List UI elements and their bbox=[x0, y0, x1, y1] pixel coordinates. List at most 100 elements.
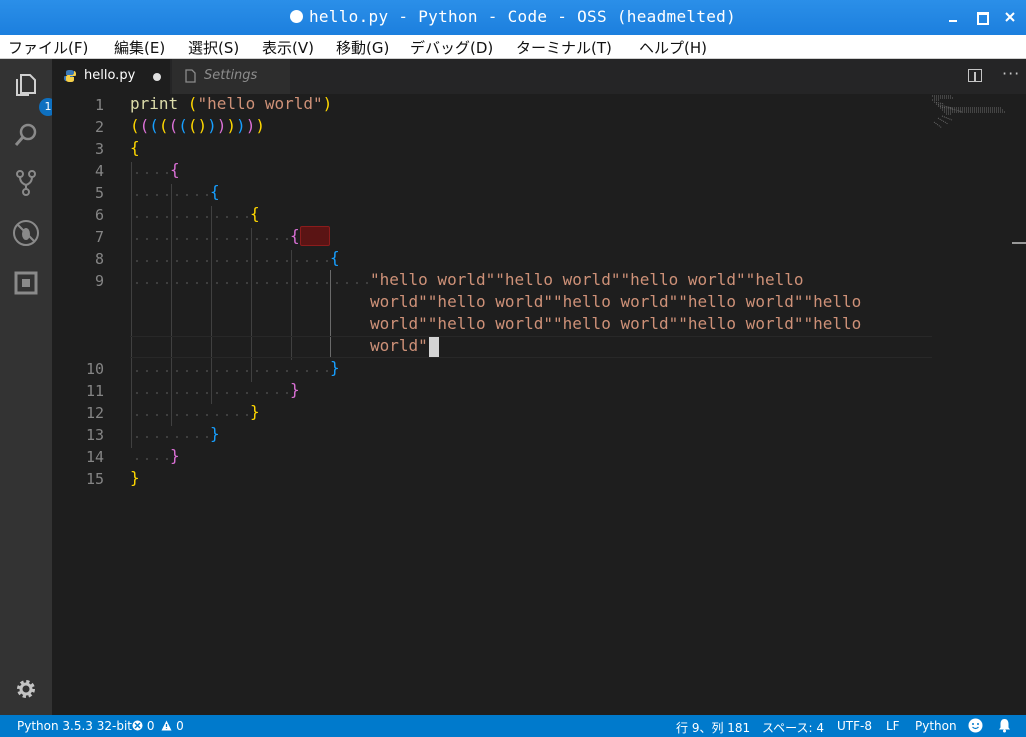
source-control-icon bbox=[16, 170, 36, 196]
line-number: 2 bbox=[94, 118, 104, 136]
whitespace-marker bbox=[132, 238, 292, 240]
whitespace-marker bbox=[132, 436, 212, 438]
whitespace-marker bbox=[132, 370, 332, 372]
whitespace-marker bbox=[132, 260, 332, 262]
paren-token: ) bbox=[245, 116, 256, 135]
paren-token: ( bbox=[178, 116, 188, 135]
menu-help[interactable]: ヘルプ(H) bbox=[639, 37, 707, 58]
minimap[interactable] bbox=[932, 94, 1012, 134]
python-icon bbox=[64, 70, 76, 82]
brace-token: } bbox=[330, 358, 340, 377]
line-number: 7 bbox=[94, 228, 104, 246]
code-editor[interactable]: 1 2 3 4 5 6 7 8 9 10 11 12 13 14 15 prin… bbox=[52, 94, 1026, 715]
whitespace-marker bbox=[132, 172, 172, 174]
tab-label: hello.py bbox=[84, 68, 136, 83]
settings-button[interactable] bbox=[12, 675, 40, 703]
line-number: 6 bbox=[94, 206, 104, 224]
paren-token: ) bbox=[226, 116, 237, 135]
keyword-token: print bbox=[130, 94, 179, 113]
minimize-button[interactable] bbox=[946, 10, 960, 24]
tab-hello-py[interactable]: hello.py bbox=[52, 59, 170, 94]
language-mode[interactable]: Python bbox=[915, 719, 957, 733]
line-number: 1 bbox=[94, 96, 104, 114]
dirty-indicator-icon[interactable] bbox=[153, 73, 161, 81]
brace-token: } bbox=[250, 402, 260, 421]
debug-button[interactable] bbox=[12, 219, 40, 247]
tab-label: Settings bbox=[204, 68, 258, 83]
menu-edit[interactable]: 編集(E) bbox=[114, 37, 165, 58]
explorer-button[interactable]: 1 bbox=[12, 71, 57, 116]
brace-token: { bbox=[210, 182, 220, 201]
menu-go[interactable]: 移動(G) bbox=[336, 37, 389, 58]
python-interpreter[interactable]: Python 3.5.3 32-bit bbox=[17, 719, 132, 733]
paren-token: ( bbox=[178, 94, 198, 113]
files-icon bbox=[16, 74, 36, 96]
menu-view[interactable]: 表示(V) bbox=[262, 37, 314, 58]
more-actions-icon[interactable]: ··· bbox=[1002, 64, 1020, 83]
paren-token: ) bbox=[197, 116, 208, 135]
unsaved-dot-icon bbox=[289, 10, 303, 23]
indentation[interactable]: スペース: 4 bbox=[762, 719, 824, 736]
text-cursor bbox=[429, 337, 439, 357]
search-icon bbox=[14, 123, 37, 146]
cursor-position[interactable]: 行 9、列 181 bbox=[676, 719, 750, 736]
gear-icon bbox=[17, 680, 35, 698]
menu-terminal[interactable]: ターミナル(T) bbox=[516, 37, 612, 58]
error-highlight[interactable] bbox=[300, 226, 330, 246]
close-button[interactable] bbox=[1003, 10, 1017, 24]
maximize-button[interactable] bbox=[975, 10, 989, 25]
line-number: 4 bbox=[94, 162, 104, 180]
source-control-button[interactable] bbox=[12, 169, 40, 197]
brace-token: { bbox=[330, 248, 340, 267]
tab-bar: hello.py Settings ··· bbox=[52, 59, 1026, 94]
brace-token: } bbox=[210, 424, 220, 443]
window-title: hello.py - Python - Code - OSS (headmelt… bbox=[0, 7, 1026, 26]
status-bar: Python 3.5.3 32-bit 0 0 行 9、列 181 スペース: … bbox=[0, 715, 1026, 737]
line-number: 13 bbox=[85, 426, 104, 444]
brace-token: { bbox=[290, 226, 300, 245]
indent-guide bbox=[171, 184, 172, 426]
paren-token: ) bbox=[207, 116, 217, 135]
tab-settings[interactable]: Settings bbox=[172, 59, 290, 94]
whitespace-marker bbox=[132, 458, 172, 460]
menu-selection[interactable]: 選択(S) bbox=[188, 37, 239, 58]
paren-token: ) bbox=[236, 116, 246, 135]
scrollbar-marker[interactable] bbox=[1012, 242, 1026, 244]
brace-token: { bbox=[130, 138, 140, 157]
whitespace-marker bbox=[132, 282, 372, 284]
notifications-bell-icon[interactable] bbox=[997, 718, 1012, 736]
menu-debug[interactable]: デバッグ(D) bbox=[410, 37, 493, 58]
string-token: "hello world" bbox=[197, 94, 323, 113]
search-button[interactable] bbox=[12, 121, 40, 149]
paren-token: ) bbox=[322, 94, 333, 113]
activity-bar: 1 bbox=[0, 59, 57, 715]
whitespace-marker bbox=[132, 194, 212, 196]
problems-indicator[interactable]: 0 0 bbox=[132, 719, 184, 733]
extensions-icon bbox=[14, 271, 38, 295]
end-of-line[interactable]: LF bbox=[886, 719, 900, 733]
whitespace-marker bbox=[132, 392, 292, 394]
encoding[interactable]: UTF-8 bbox=[837, 719, 872, 733]
indent-guide bbox=[131, 162, 132, 448]
brace-token: } bbox=[290, 380, 300, 399]
menu-bar: ファイル(F) 編集(E) 選択(S) 表示(V) 移動(G) デバッグ(D) … bbox=[0, 35, 1026, 59]
line-number: 8 bbox=[94, 250, 104, 268]
paren-token: ) bbox=[216, 116, 227, 135]
code-line-2: ((((((())))))) bbox=[130, 116, 265, 135]
line-number: 5 bbox=[94, 184, 104, 202]
line-number: 11 bbox=[85, 382, 104, 400]
split-editor-icon[interactable] bbox=[968, 69, 982, 82]
debug-icon bbox=[13, 220, 39, 246]
feedback-smiley-icon[interactable] bbox=[968, 718, 983, 736]
title-bar: hello.py - Python - Code - OSS (headmelt… bbox=[0, 0, 1026, 35]
extensions-button[interactable] bbox=[12, 269, 40, 297]
error-count: 0 bbox=[146, 719, 155, 733]
current-line-highlight bbox=[130, 336, 932, 358]
indent-guide bbox=[251, 228, 252, 382]
wrapped-string-2: world""hello world""hello world""hello w… bbox=[370, 292, 862, 311]
paren-token: ( bbox=[130, 116, 140, 135]
paren-token: ) bbox=[255, 116, 265, 135]
error-icon bbox=[132, 720, 143, 731]
menu-file[interactable]: ファイル(F) bbox=[8, 37, 88, 58]
paren-token: ( bbox=[139, 116, 150, 135]
